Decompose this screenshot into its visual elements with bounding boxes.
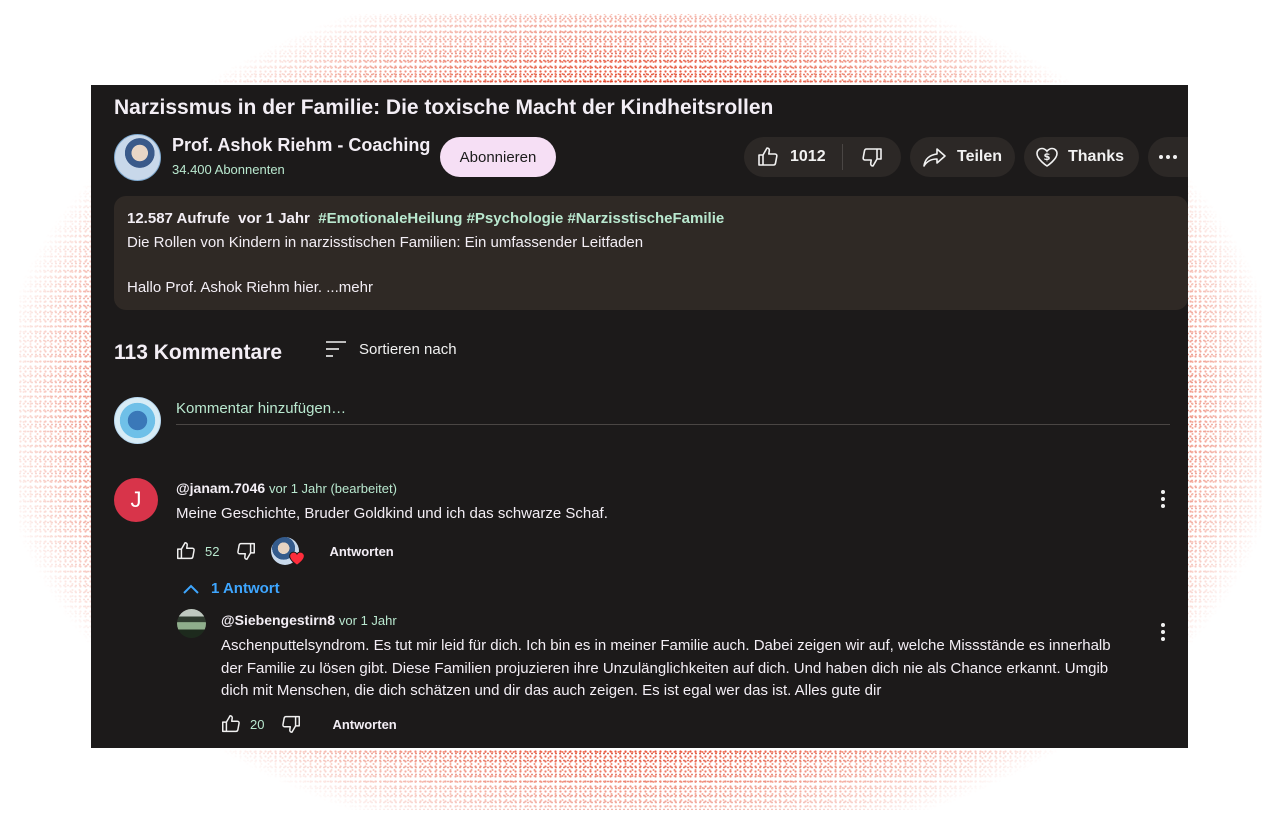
- sort-label: Sortieren nach: [359, 340, 457, 358]
- comment-author[interactable]: @janam.7046: [176, 480, 265, 496]
- subscriber-count: 34.400 Abonnenten: [172, 162, 285, 177]
- comment-count: 113 Kommentare: [114, 341, 283, 364]
- dislike-button[interactable]: [843, 137, 901, 177]
- sort-lines-icon: [325, 340, 347, 358]
- description-meta: 12.587 Aufrufe vor 1 Jahr #EmotionaleHei…: [127, 210, 724, 227]
- video-page: Narzissmus in der Familie: Die toxische …: [91, 85, 1188, 748]
- comment-like-count: 52: [205, 543, 220, 559]
- reply-reply-button[interactable]: Antworten: [332, 717, 396, 732]
- reply-button[interactable]: Antworten: [329, 544, 393, 559]
- description-line: Die Rollen von Kindern in narzisstischen…: [127, 234, 644, 251]
- more-vertical-icon: [1160, 489, 1166, 509]
- reply-header: @Siebengestirn8 vor 1 Jahr: [221, 612, 397, 628]
- share-label: Teilen: [957, 148, 1003, 165]
- thumbs-down-icon: [280, 713, 302, 735]
- description-greeting: Hallo Prof. Ashok Riehm hier.: [127, 279, 323, 296]
- comment-menu-button[interactable]: [1160, 489, 1166, 509]
- reply-dislike-button[interactable]: [280, 713, 302, 735]
- comment-like-button[interactable]: [175, 540, 197, 562]
- heart-dollar-icon: $: [1034, 145, 1060, 169]
- upload-age: vor 1 Jahr: [238, 210, 310, 227]
- comment-actions: 52 Antworten: [175, 537, 394, 566]
- comment-dislike-button[interactable]: [235, 540, 257, 562]
- chevron-up-icon: [183, 584, 199, 594]
- channel-name[interactable]: Prof. Ashok Riehm - Coaching: [172, 135, 430, 156]
- reply-menu-button[interactable]: [1160, 622, 1166, 642]
- add-comment-input[interactable]: [176, 392, 1170, 425]
- share-button[interactable]: Teilen: [910, 137, 1015, 177]
- comment-avatar[interactable]: J: [114, 478, 158, 522]
- like-button[interactable]: 1012: [744, 137, 842, 177]
- heart-icon: [289, 551, 306, 569]
- comment-time: vor 1 Jahr (bearbeitet): [269, 481, 397, 496]
- reply-actions: 20 Antworten: [220, 713, 397, 735]
- reply-text: Aschenputtelsyndrom. Es tut mir leid für…: [221, 637, 1111, 699]
- thumbs-up-icon: [175, 540, 197, 562]
- show-more-link[interactable]: ...mehr: [326, 279, 373, 296]
- svg-text:$: $: [1044, 152, 1051, 163]
- user-avatar: [114, 397, 161, 444]
- thumbs-up-icon: [756, 145, 780, 169]
- reply-like-button[interactable]: [220, 713, 242, 735]
- thanks-label: Thanks: [1068, 148, 1125, 165]
- channel-avatar[interactable]: [114, 134, 161, 181]
- view-count: 12.587 Aufrufe: [127, 210, 230, 227]
- video-title: Narzissmus in der Familie: Die toxische …: [114, 96, 774, 119]
- creator-heart-avatar: [271, 537, 306, 566]
- reply-time: vor 1 Jahr: [338, 613, 397, 628]
- sort-button[interactable]: Sortieren nach: [325, 340, 457, 358]
- hashtags[interactable]: #EmotionaleHeilung #Psychologie #Narziss…: [318, 210, 724, 227]
- replies-count: 1 Antwort: [211, 580, 280, 597]
- like-dislike-group: 1012: [744, 137, 901, 177]
- more-vertical-icon: [1160, 622, 1166, 642]
- thumbs-down-icon: [860, 145, 884, 169]
- description-box[interactable]: 12.587 Aufrufe vor 1 Jahr #EmotionaleHei…: [114, 196, 1188, 310]
- reply-author[interactable]: @Siebengestirn8: [221, 612, 335, 628]
- share-arrow-icon: [922, 145, 948, 169]
- replies-toggle[interactable]: 1 Antwort: [183, 580, 280, 597]
- like-count: 1012: [790, 148, 826, 165]
- thanks-button[interactable]: $ Thanks: [1024, 137, 1139, 177]
- description-preview: Hallo Prof. Ashok Riehm hier. ...mehr: [127, 279, 373, 296]
- subscribe-button[interactable]: Abonnieren: [440, 137, 556, 177]
- thumbs-down-icon: [235, 540, 257, 562]
- reply-avatar[interactable]: [177, 609, 206, 638]
- thumbs-up-icon: [220, 713, 242, 735]
- reply-like-count: 20: [250, 716, 265, 732]
- comment-header: @janam.7046 vor 1 Jahr (bearbeitet): [176, 480, 397, 496]
- comment-text: Meine Geschichte, Bruder Goldkind und ic…: [176, 505, 608, 522]
- more-horizontal-icon: [1158, 154, 1178, 160]
- more-actions-button[interactable]: [1148, 137, 1188, 177]
